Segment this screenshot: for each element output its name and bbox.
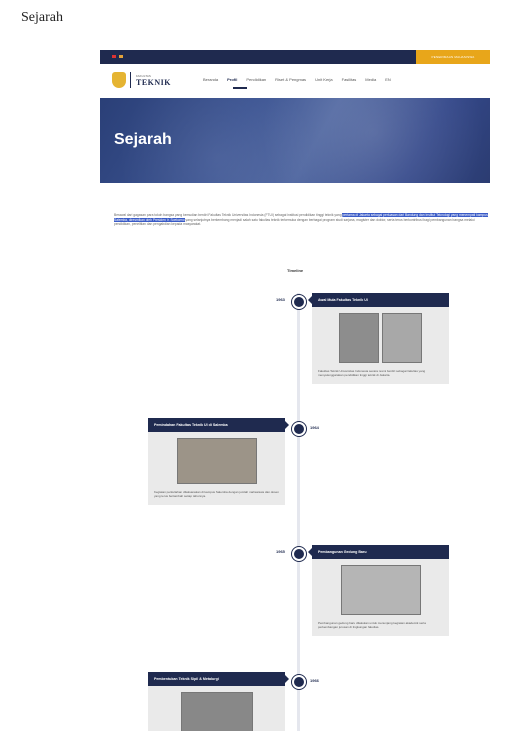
nav-item-language[interactable]: EN bbox=[385, 77, 391, 82]
timeline-node-icon bbox=[292, 547, 306, 561]
active-nav-indicator bbox=[233, 87, 247, 89]
timeline-card-body: Fakultas Teknik Universitas Indonesia se… bbox=[312, 307, 449, 384]
historical-photo bbox=[180, 692, 253, 731]
timeline-card-text: Fakultas Teknik Universitas Indonesia se… bbox=[318, 369, 426, 378]
nav-item-fasilitas[interactable]: Fasilitas bbox=[342, 77, 357, 82]
main-navbar: FAKULTAS TEKNIK Beranda Profil Pendidika… bbox=[100, 64, 490, 99]
nav-item-beranda[interactable]: Beranda bbox=[203, 77, 218, 82]
card-pointer bbox=[285, 675, 289, 683]
historical-photo bbox=[382, 313, 422, 363]
timeline-card: Pemindahan Fakultas Teknik UI di Salemba… bbox=[148, 418, 289, 505]
nav-item-profil[interactable]: Profil bbox=[227, 77, 237, 82]
timeline-card: Pembangunan Gedung Baru Pembangunan gedu… bbox=[308, 545, 449, 636]
timeline-card-title: Pembentukan Teknik Sipil & Metalurgi bbox=[148, 672, 285, 686]
timeline-year: 1964 bbox=[310, 425, 319, 430]
photo-group bbox=[154, 692, 279, 731]
photo-group bbox=[318, 565, 443, 615]
timeline-year: 1965 bbox=[276, 549, 285, 554]
intro-paragraph: Berawal dari gagasan para tokoh bangsa y… bbox=[114, 213, 489, 227]
timeline-card-title: Pemindahan Fakultas Teknik UI di Salemba bbox=[148, 418, 285, 432]
timeline-node-icon bbox=[292, 422, 306, 436]
photo-group bbox=[318, 313, 443, 363]
timeline-card-text: Pembangunan gedung baru dilakukan untuk … bbox=[318, 621, 426, 630]
timeline-node-icon bbox=[292, 675, 306, 689]
hero-title: Sejarah bbox=[114, 131, 172, 148]
timeline-year: 1963 bbox=[276, 297, 285, 302]
hero-banner: Sejarah bbox=[100, 98, 490, 183]
top-bar: PENERIMAAN MAHASISWA bbox=[100, 50, 490, 64]
nav-menu: Beranda Profil Pendidikan Riset & Pengma… bbox=[203, 77, 391, 82]
timeline-card: Awal Mula Fakultas Teknik UI Fakultas Te… bbox=[308, 293, 449, 384]
timeline-year: 1966 bbox=[310, 678, 319, 683]
photo-group bbox=[154, 438, 279, 484]
timeline-card-title: Pembangunan Gedung Baru bbox=[312, 545, 449, 559]
card-pointer bbox=[308, 548, 312, 556]
intro-section: Berawal dari gagasan para tokoh bangsa y… bbox=[114, 213, 489, 227]
logo-divider bbox=[130, 72, 131, 88]
website-screenshot: PENERIMAAN MAHASISWA FAKULTAS TEKNIK Ber… bbox=[100, 50, 490, 731]
timeline-card-body bbox=[148, 686, 285, 731]
timeline-card-title: Awal Mula Fakultas Teknik UI bbox=[312, 293, 449, 307]
timeline-card-body: Kegiatan perkuliahan dilaksanakan di kam… bbox=[148, 432, 285, 505]
university-logo-icon[interactable] bbox=[112, 72, 126, 88]
timeline-card-body: Pembangunan gedung baru dilakukan untuk … bbox=[312, 559, 449, 636]
card-pointer bbox=[285, 421, 289, 429]
nav-item-media[interactable]: Media bbox=[365, 77, 376, 82]
timeline-line bbox=[297, 293, 300, 731]
logo-text[interactable]: TEKNIK bbox=[136, 78, 171, 87]
nav-item-riset[interactable]: Riset & Pengmas bbox=[275, 77, 306, 82]
card-pointer bbox=[308, 296, 312, 304]
historical-photo bbox=[176, 438, 257, 484]
timeline-card-text: Kegiatan perkuliahan dilaksanakan di kam… bbox=[154, 490, 279, 499]
timeline-title: Timeline bbox=[287, 268, 304, 273]
timeline-card: Pembentukan Teknik Sipil & Metalurgi bbox=[148, 672, 289, 731]
timeline-node-icon bbox=[292, 295, 306, 309]
intro-text-pre: Berawal dari gagasan para tokoh bangsa y… bbox=[114, 213, 343, 217]
document-heading: Sejarah bbox=[21, 10, 63, 25]
historical-photo bbox=[339, 313, 379, 363]
historical-photo bbox=[340, 565, 421, 615]
language-flag-icon[interactable] bbox=[119, 55, 123, 58]
top-cta-button[interactable]: PENERIMAAN MAHASISWA bbox=[416, 50, 490, 64]
nav-item-unit-kerja[interactable]: Unit Kerja bbox=[315, 77, 333, 82]
language-flag-icon[interactable] bbox=[112, 55, 116, 58]
nav-item-pendidikan[interactable]: Pendidikan bbox=[246, 77, 266, 82]
